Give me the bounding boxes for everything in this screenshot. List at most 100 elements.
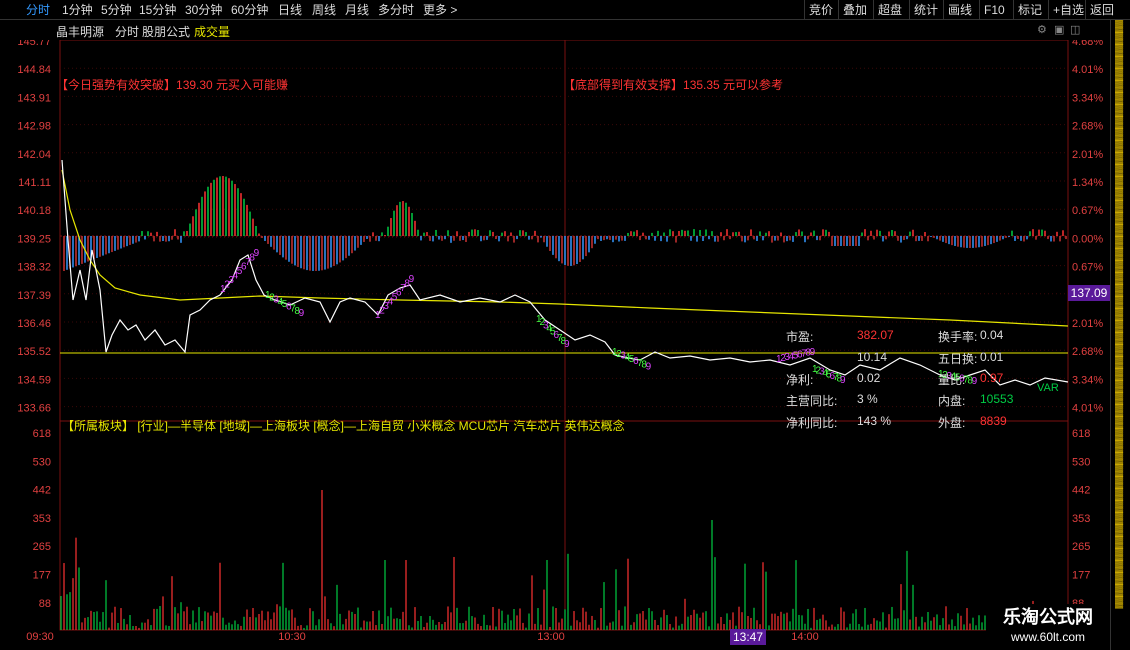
price-tick-label: 135.52 — [17, 346, 51, 358]
percent-tick-label: 0.00% — [1072, 233, 1103, 245]
percent-tick-label: 2.01% — [1072, 149, 1103, 161]
profit-yoy-value: 143 % — [857, 414, 892, 428]
right-side-strip: ▓ ▓ ▓ ▓ ▓ ▓ ▓ ▓ ▓ ▓ ▓ ▓ ▓ ▓ ▓ ▓ ▓ ▓ ▓ ▓ ▓ ▓ ▓ ▓ ▓ ▓ ▓ ▓ ▓ ▓ ▓ ▓ ▓ ▓ ▓ ▓ ▓ ▓ ▓ ▓… — [1110, 20, 1130, 650]
expand-icon[interactable]: ◫ — [1070, 23, 1080, 36]
tab-5min[interactable]: 5分钟 — [99, 2, 134, 18]
pattern-digit: 9 — [840, 375, 846, 386]
percent-tick-label: 2.01% — [1072, 318, 1103, 330]
tab-more[interactable]: 更多 > — [421, 2, 459, 18]
tab-60min[interactable]: 60分钟 — [229, 2, 270, 18]
time-tick-label: 13:00 — [537, 631, 565, 643]
price-tick-label: 142.98 — [17, 121, 51, 133]
percent-tick-label: 2.68% — [1072, 346, 1103, 358]
pe-value: 382.07 — [857, 328, 894, 342]
pattern-digit: 9 — [646, 361, 652, 372]
pattern-digit: 9 — [409, 274, 415, 285]
five-day-value: 0.01 — [980, 350, 1004, 364]
mark-button[interactable]: 标记 — [1013, 0, 1046, 20]
overlay-button[interactable]: 叠加 — [838, 0, 871, 20]
pattern-digit: 9 — [254, 248, 260, 259]
f10-button[interactable]: F10 — [979, 0, 1009, 20]
percent-tick-label: 4.68% — [1072, 40, 1103, 48]
price-tick-label: 133.66 — [17, 403, 51, 415]
support-text: 135.35 元可以参考 — [683, 78, 784, 92]
price-tick-label: 139.25 — [17, 233, 51, 245]
turnover-label: 换手率: — [938, 330, 978, 344]
percent-tick-label: 1.34% — [1072, 177, 1103, 189]
price-tick-label: 136.46 — [17, 318, 51, 330]
current-price-tag: 137.09 — [1068, 285, 1110, 301]
auction-button[interactable]: 竞价 — [804, 0, 837, 20]
view-label-formula[interactable]: 股朋公式 — [142, 23, 190, 40]
volume-tick-label: 618 — [33, 428, 51, 440]
super-market-button[interactable]: 超盘 — [873, 0, 906, 20]
percent-tick-label: 4.01% — [1072, 64, 1103, 76]
tab-15min[interactable]: 15分钟 — [137, 2, 178, 18]
draw-line-button[interactable]: 画线 — [943, 0, 976, 20]
volume-tick-label-right: 618 — [1072, 428, 1090, 440]
revenue-yoy-label: 主营同比: — [786, 394, 838, 408]
volume-ratio-label: 量比: — [938, 373, 966, 387]
price-tick-label: 137.39 — [17, 290, 51, 302]
volume-tick-label: 88 — [39, 598, 51, 610]
support-title: 【底部得到有效支撑】 — [563, 78, 684, 92]
cursor-time-tag: 13:47 — [730, 629, 766, 645]
volume-tick-label-right: 265 — [1072, 541, 1090, 553]
inner-label: 内盘: — [938, 394, 966, 408]
intraday-chart[interactable]: 123456789123456789 1234567891234567891234… — [0, 40, 1110, 650]
percent-tick-label: 3.34% — [1072, 374, 1103, 386]
watermark-url: www.60lt.com — [1010, 630, 1086, 644]
volume-ratio-value: 0.97 — [980, 371, 1004, 385]
add-watchlist-button[interactable]: +自选 — [1048, 0, 1088, 20]
volume-tick-label-right: 177 — [1072, 570, 1090, 582]
stock-name: 晶丰明源 — [56, 25, 105, 39]
revenue-yoy-value: 3 % — [857, 392, 878, 406]
percent-tick-label: 0.67% — [1072, 262, 1103, 274]
inner-value: 10553 — [980, 392, 1014, 406]
price-tick-label: 141.11 — [18, 177, 51, 189]
volume-tick-label-right: 530 — [1072, 456, 1090, 468]
five-day-label: 五日换: — [938, 352, 978, 366]
turnover-value: 0.04 — [980, 328, 1004, 342]
window-icon[interactable]: ▣ — [1054, 23, 1064, 36]
tab-multi-intraday[interactable]: 多分时 — [376, 2, 416, 18]
view-label-intraday[interactable]: 分时 — [115, 23, 139, 40]
volume-tick-label: 177 — [33, 570, 51, 582]
tab-intraday[interactable]: 分时 — [24, 2, 52, 18]
net-profit-label: 净利: — [786, 373, 814, 387]
watermark: 乐淘公式网 www.60lt.com — [986, 604, 1110, 650]
settings-icon[interactable]: ⚙ — [1037, 23, 1047, 36]
time-tick-label: 10:30 — [278, 631, 306, 643]
watermark-site: 乐淘公式网 — [1003, 607, 1093, 627]
breakout-title: 【今日强势有效突破】 — [56, 78, 177, 92]
tab-1min[interactable]: 1分钟 — [60, 2, 95, 18]
statistics-button[interactable]: 统计 — [909, 0, 942, 20]
volume-tick-label-right: 442 — [1072, 485, 1090, 497]
tab-weekly[interactable]: 周线 — [310, 2, 338, 18]
var-marker: VAR — [1037, 382, 1059, 394]
view-label-volume[interactable]: 成交量 — [194, 23, 230, 40]
chart-header: 晶丰明源 分时 股朋公式 成交量 — [0, 20, 1110, 40]
outer-label: 外盘: — [938, 416, 966, 430]
period-toolbar: 分时 1分钟 5分钟 15分钟 30分钟 60分钟 日线 周线 月线 多分时 更… — [0, 0, 1130, 20]
pattern-digit: 9 — [810, 347, 816, 358]
profit-yoy-label: 净利同比: — [786, 416, 838, 430]
price-tick-label: 145.77 — [17, 40, 51, 48]
back-button[interactable]: 返回 — [1085, 0, 1118, 20]
pattern-digit: 9 — [299, 308, 305, 319]
mid-value: 10.14 — [857, 350, 888, 364]
support-signal: 【底部得到有效支撑】135.35 元可以参考 — [563, 76, 783, 93]
pe-label: 市盈: — [786, 330, 814, 344]
net-profit-value: 0.02 — [857, 371, 881, 385]
price-tick-label: 138.32 — [17, 262, 51, 274]
price-tick-label: 142.04 — [17, 149, 51, 161]
price-tick-label: 143.91 — [17, 92, 51, 104]
pattern-digit: 9 — [564, 339, 570, 350]
sector-line: 【所属板块】 [行业]—半导体 [地域]—上海板块 [概念]—上海自贸 小米概念… — [62, 419, 625, 433]
tab-daily[interactable]: 日线 — [276, 2, 304, 18]
time-tick-label: 14:00 — [791, 631, 819, 643]
chart-frame — [59, 40, 1069, 631]
tab-30min[interactable]: 30分钟 — [183, 2, 224, 18]
pattern-digit: 9 — [972, 376, 978, 387]
tab-monthly[interactable]: 月线 — [343, 2, 371, 18]
